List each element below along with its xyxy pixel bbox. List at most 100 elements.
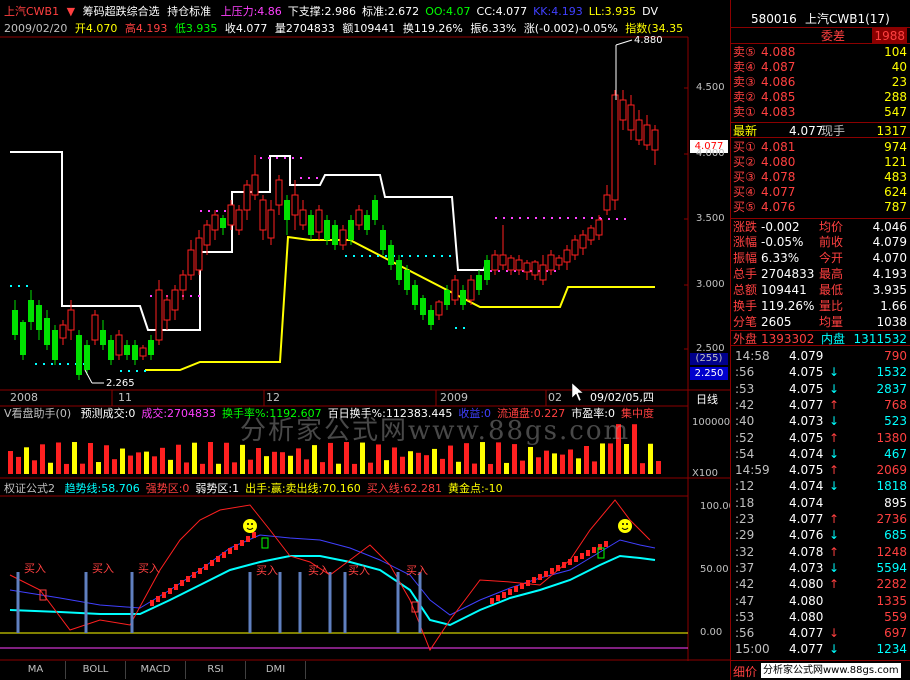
date-label-2009: 2009 — [440, 391, 468, 404]
latest-label: 最新 — [733, 124, 758, 138]
candlestick — [372, 195, 378, 225]
buy-row: 买② 4.080 121 — [731, 154, 910, 170]
candlestick — [267, 200, 275, 245]
tick-vol: 2837 — [876, 381, 907, 396]
volume-bar — [56, 442, 61, 474]
tick-price: 4.077 — [789, 397, 824, 412]
candlestick — [603, 185, 611, 215]
price-box-top: (255) — [690, 353, 728, 365]
sell-price: 4.083 — [761, 105, 796, 119]
stat-value2: 4.079 — [872, 235, 907, 249]
volume-bar — [560, 454, 565, 474]
tick-time: :53 — [735, 609, 755, 624]
tick-row: :56 4.075 ↓ 1532 — [731, 365, 910, 380]
candlestick — [651, 125, 659, 165]
candlestick — [220, 215, 226, 235]
high-marker: 4.880 — [634, 35, 663, 46]
date-label-11: 11 — [118, 391, 132, 404]
tab-macd[interactable]: MACD — [126, 661, 186, 679]
tab-rsi[interactable]: RSI — [186, 661, 246, 679]
low-marker: 2.265 — [106, 378, 135, 389]
volume-bar — [608, 443, 613, 474]
volume-bar — [288, 455, 293, 474]
tick-vol: 1335 — [876, 593, 907, 608]
candlestick — [435, 300, 443, 320]
tick-time: 14:59 — [735, 463, 770, 478]
volume-bar — [512, 444, 517, 474]
candlestick — [555, 255, 563, 270]
volume-bar — [496, 442, 501, 474]
tab-boll[interactable]: BOLL — [66, 661, 126, 679]
candlestick — [619, 90, 627, 130]
buy-row: 买③ 4.078 483 — [731, 169, 910, 185]
tab-dmi[interactable]: DMI — [246, 661, 306, 679]
price-box-value: 2.250 — [690, 367, 728, 380]
candlestick — [476, 270, 482, 295]
volume-bar — [584, 445, 589, 474]
buy-label: 买入 — [348, 564, 370, 577]
volume-bar — [456, 461, 461, 474]
candlestick — [467, 275, 475, 305]
tick-price: 4.078 — [789, 544, 824, 559]
candlestick — [259, 195, 267, 240]
tick-row: 14:58 4.079 790 — [731, 349, 910, 364]
buy-label: 买入 — [92, 562, 114, 575]
price-axis-3500: 3.500 — [696, 213, 725, 224]
volume-bar — [104, 445, 109, 474]
tab-ma[interactable]: MA — [6, 661, 66, 679]
sell-price: 4.088 — [761, 45, 796, 59]
tick-vol: 1380 — [876, 430, 907, 445]
tick-time: 14:58 — [735, 349, 770, 363]
candlestick — [315, 205, 323, 240]
volume-bar — [232, 462, 237, 474]
candlestick — [235, 205, 243, 235]
buy-price: 4.080 — [761, 155, 796, 169]
volume-bar — [424, 455, 429, 474]
volume-bar — [504, 462, 509, 474]
volume-bar — [600, 443, 605, 474]
volume-bar — [72, 442, 77, 474]
sell-price: 4.085 — [761, 90, 796, 104]
buy-row: 买⑤ 4.076 787 — [731, 199, 910, 215]
volume-bar — [392, 447, 397, 474]
price-axis-4500: 4.500 — [696, 82, 725, 93]
candlestick — [195, 230, 203, 275]
candlestick — [388, 240, 394, 270]
tick-time: :54 — [735, 446, 755, 461]
tick-price: 4.073 — [789, 414, 824, 429]
candlestick — [491, 250, 499, 275]
candlestick — [100, 320, 106, 350]
stat-value2: 4.046 — [872, 220, 907, 234]
stat-value: 109441 — [761, 283, 807, 297]
volume-bar — [472, 463, 477, 474]
volume-bar — [256, 447, 261, 474]
tick-row: :32 4.078 ↑ 1248 — [731, 545, 910, 560]
tick-vol: 1532 — [876, 365, 907, 380]
tick-time: :18 — [735, 495, 755, 510]
tick-row: :12 4.074 ↓ 1818 — [731, 479, 910, 494]
volume-bar — [24, 447, 29, 474]
volume-bar — [144, 451, 149, 474]
candlestick — [211, 210, 219, 240]
candlestick — [460, 285, 466, 310]
main-chart-area[interactable]: 上汽CWB1 ▼ 筹码超跌综合选 持仓标准 上压力:4.86 下支撑:2.986 标… — [0, 0, 735, 679]
candlestick — [84, 340, 90, 375]
tick-row: :54 4.074 ↓ 467 — [731, 447, 910, 462]
tick-vol: 523 — [884, 414, 907, 429]
volume-bar — [272, 451, 277, 474]
tick-time: :32 — [735, 544, 755, 559]
candlestick — [115, 330, 123, 360]
stat-value2: 1038 — [876, 315, 907, 329]
date-label-12: 12 — [266, 391, 280, 404]
volume-bar — [296, 448, 301, 474]
candlestick — [139, 345, 147, 360]
volume-bar — [632, 424, 637, 474]
volume-bar — [656, 461, 661, 474]
tick-arrow: ↓ — [829, 365, 840, 380]
tick-arrow: ↓ — [829, 479, 840, 494]
volume-axis-top: 100000 — [692, 417, 731, 428]
buy-price: 4.076 — [761, 200, 796, 214]
volume-bar — [192, 442, 197, 474]
buy-label: 买入 — [24, 562, 46, 575]
candlestick — [451, 275, 459, 305]
